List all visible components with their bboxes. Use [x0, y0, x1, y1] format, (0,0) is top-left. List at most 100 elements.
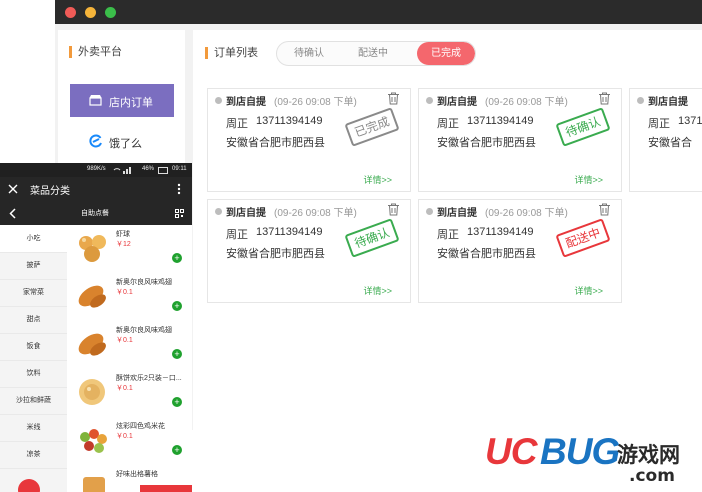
menu-item[interactable]: 酥饼欢乐2只装－口... ￥0.1 +	[73, 371, 192, 416]
chicken-wings-photo	[78, 333, 106, 356]
order-time: (09-26 09:08 下单)	[274, 208, 357, 219]
customer-address: 安徽省合肥市肥西县	[226, 137, 325, 149]
status-stamp: 待确认	[344, 218, 400, 258]
category-item[interactable]: 甜点	[0, 306, 67, 334]
category-item[interactable]: 披萨	[0, 252, 67, 280]
order-time: (09-26 09:08 下单)	[485, 97, 568, 108]
tab-delivering[interactable]: 配送中	[341, 42, 405, 65]
page-title: 订单列表	[205, 47, 258, 59]
close-icon[interactable]	[8, 184, 18, 194]
logo-domain: .com	[629, 466, 675, 486]
customer-address: 安徽省合肥市肥西县	[437, 137, 536, 149]
minimize-window-button[interactable]	[85, 7, 96, 18]
status-dot	[215, 208, 222, 215]
trash-icon[interactable]	[387, 92, 400, 105]
status-stamp: 配送中	[555, 218, 611, 258]
item-name: 酥饼欢乐2只装－口...	[116, 375, 182, 382]
customer-name: 周正	[437, 229, 459, 241]
order-card[interactable]: 到店自提 (09-26 09:08 下单) 周正 13711394149 安徽省…	[207, 199, 411, 303]
menu-item[interactable]: 炫彩四色鸡米花 ￥0.1 +	[73, 419, 192, 464]
status-tabs: 待确认 配送中 已完成	[276, 41, 476, 66]
battery-level: 46%	[142, 166, 155, 172]
order-card[interactable]: 到店自提 (09-26 09:08 下单) 周正 13711394149 安徽省…	[207, 88, 411, 192]
details-link[interactable]: 详情>>	[574, 284, 603, 297]
order-type: 到店自提	[437, 208, 477, 219]
sidebar-title: 外卖平台	[69, 46, 122, 58]
battery-icon	[158, 167, 168, 174]
menu-item[interactable]: 虾球 ￥12 +	[73, 227, 192, 272]
category-item[interactable]: 凉茶	[0, 441, 67, 469]
logo-bug: BUG	[540, 431, 620, 472]
customer-address: 安徽省合肥市肥西县	[437, 248, 536, 260]
customer-name: 周正	[226, 229, 248, 241]
details-link[interactable]: 详情>>	[363, 284, 392, 297]
sidebar-item-label: 饿了么	[109, 138, 142, 150]
back-icon[interactable]	[9, 208, 16, 219]
clock: 09:11	[172, 166, 187, 172]
menu-item[interactable]: 新奥尔良风味鸡翅 ￥0.1 +	[73, 323, 192, 368]
status-dot	[426, 97, 433, 104]
scan-icon[interactable]	[175, 209, 184, 218]
category-item[interactable]: 米线	[0, 414, 67, 442]
customer-phone: 13711394149	[256, 226, 323, 238]
details-link[interactable]: 详情>>	[363, 173, 392, 186]
status-dot	[637, 97, 644, 104]
trash-icon[interactable]	[387, 203, 400, 216]
logo-suffix: 游戏网	[617, 443, 680, 467]
customer-phone: 1371	[678, 115, 702, 127]
item-name: 新奥尔良风味鸡翅	[116, 279, 172, 286]
details-link[interactable]: 详情>>	[574, 173, 603, 186]
category-item[interactable]: 饮料	[0, 360, 67, 388]
status-dot	[215, 97, 222, 104]
category-item[interactable]: 饭食	[0, 333, 67, 361]
order-type: 到店自提	[437, 97, 477, 108]
window-titlebar	[55, 0, 702, 24]
sidebar-item-store-orders[interactable]: 店内订单	[70, 84, 174, 117]
customer-address: 安徽省合肥市肥西县	[226, 248, 325, 260]
item-name: 虾球	[116, 231, 130, 238]
order-card[interactable]: 到店自提 (09-26 09:08 下单) 周正 13711394149 安徽省…	[418, 199, 622, 303]
checkout-button[interactable]	[140, 485, 192, 492]
add-to-cart-button[interactable]: +	[172, 445, 182, 455]
item-price: ￥0.1	[116, 337, 133, 344]
tab-completed[interactable]: 已完成	[417, 42, 475, 65]
category-item[interactable]: 沙拉和鲜蔬	[0, 387, 67, 415]
item-price: ￥12	[116, 241, 131, 248]
close-window-button[interactable]	[65, 7, 76, 18]
eleme-logo-icon	[89, 134, 102, 148]
add-to-cart-button[interactable]: +	[172, 301, 182, 311]
menu-item[interactable]: 新奥尔良风味鸡翅 ￥0.1 +	[73, 275, 192, 320]
order-card[interactable]: 到店自提 (09-26 09:08 下单) 周正 13711394149 安徽省…	[418, 88, 622, 192]
logo-uc: UC	[485, 431, 537, 472]
chicken-wings-photo	[78, 285, 106, 308]
item-price: ￥0.1	[116, 289, 133, 296]
order-type: 到店自提	[226, 208, 266, 219]
customer-name: 周正	[648, 118, 670, 130]
customer-name: 周正	[437, 118, 459, 130]
sidebar-item-eleme[interactable]: 饿了么	[70, 125, 174, 158]
trash-icon[interactable]	[598, 203, 611, 216]
tab-pending[interactable]: 待确认	[277, 42, 341, 65]
sub-title: 自助点餐	[81, 210, 109, 217]
trash-icon[interactable]	[598, 92, 611, 105]
customer-address: 安徽省合	[648, 137, 692, 149]
item-price: ￥0.1	[116, 385, 133, 392]
sidebar-item-label: 店内订单	[109, 97, 153, 109]
phone-status-bar: 989K/s 46% 09:11	[0, 163, 192, 177]
add-to-cart-button[interactable]: +	[172, 397, 182, 407]
signal-icon	[113, 167, 131, 174]
zoom-window-button[interactable]	[105, 7, 116, 18]
more-icon[interactable]	[177, 183, 181, 195]
order-card[interactable]: 到店自提 周正 1371 安徽省合	[629, 88, 702, 192]
sub-bar: 自助点餐	[0, 201, 192, 225]
network-speed: 989K/s	[87, 166, 106, 172]
category-item[interactable]: 家常菜	[0, 279, 67, 307]
add-to-cart-button[interactable]: +	[172, 253, 182, 263]
order-type: 到店自提	[648, 97, 688, 108]
order-type: 到店自提	[226, 97, 266, 108]
status-stamp: 已完成	[344, 107, 400, 147]
add-to-cart-button[interactable]: +	[172, 349, 182, 359]
fries-photo	[83, 477, 105, 492]
pastry-photo	[79, 379, 105, 405]
category-item[interactable]: 小吃	[0, 225, 67, 253]
